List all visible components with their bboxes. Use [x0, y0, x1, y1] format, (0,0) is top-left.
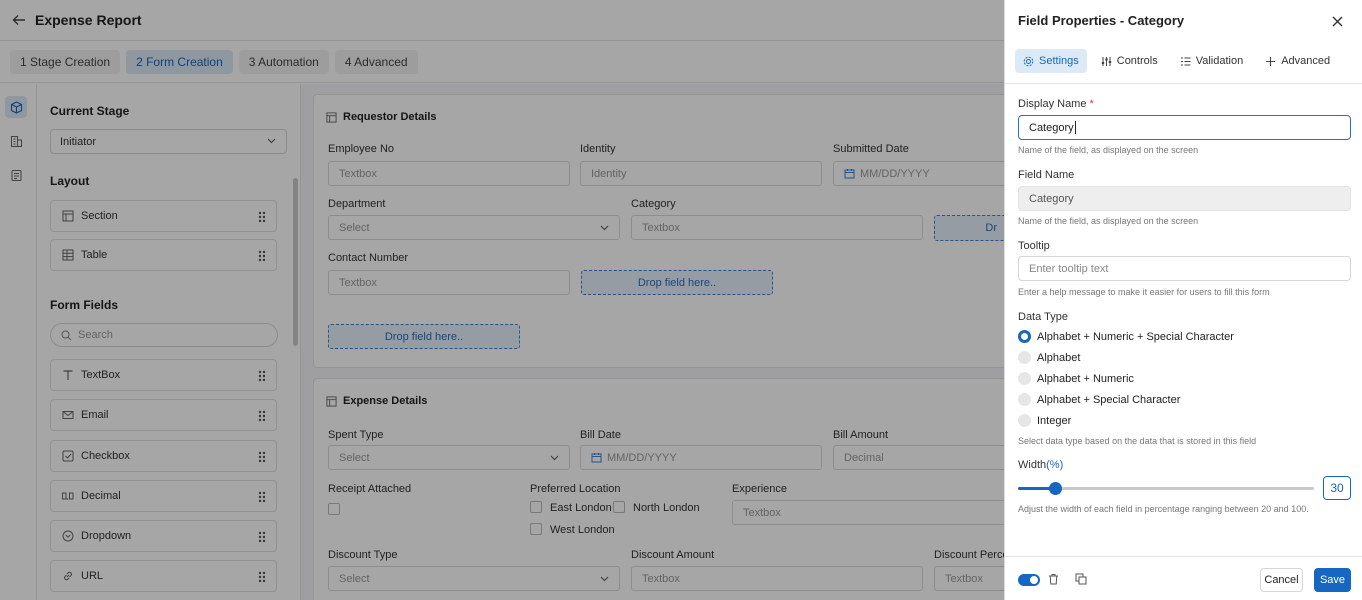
width-value-input[interactable]: 30 [1323, 476, 1351, 500]
radio-alpha-special[interactable] [1018, 393, 1031, 406]
tab-validation[interactable]: Validation [1172, 49, 1252, 73]
field-properties-drawer: Field Properties - Category Settings Con… [1004, 0, 1362, 600]
tooltip-input[interactable]: Enter tooltip text [1018, 256, 1351, 281]
width-slider-track[interactable] [1018, 487, 1314, 490]
display-name-input[interactable]: Category [1018, 115, 1351, 140]
divider [1005, 83, 1362, 84]
gear-icon [1023, 56, 1039, 67]
tab-label: Controls [1116, 55, 1158, 67]
tab-controls[interactable]: Controls [1093, 49, 1166, 73]
tab-label: Validation [1195, 55, 1244, 67]
modal-backdrop[interactable] [0, 0, 1004, 600]
field-enabled-toggle[interactable] [1018, 574, 1040, 586]
drawer-tabs: Settings Controls Validation Advanced [1015, 49, 1344, 73]
input-placeholder: Enter tooltip text [1029, 262, 1109, 275]
data-type-help: Select data type based on the data that … [1018, 436, 1257, 446]
width-unit: (%) [1046, 459, 1064, 471]
radio-alpha-numeric[interactable] [1018, 372, 1031, 385]
radio-label: Alphabet + Numeric + Special Character [1037, 331, 1234, 343]
width-label: Width(%) [1018, 459, 1063, 471]
tab-settings[interactable]: Settings [1015, 49, 1087, 73]
sliders-icon [1101, 56, 1117, 67]
radio-label: Alphabet + Special Character [1037, 394, 1181, 406]
display-name-help: Name of the field, as displayed on the s… [1018, 145, 1199, 155]
close-icon [1332, 16, 1343, 27]
delete-button[interactable] [1046, 572, 1060, 586]
duplicate-button[interactable] [1074, 572, 1088, 586]
cancel-button[interactable]: Cancel [1260, 568, 1303, 592]
save-button[interactable]: Save [1314, 568, 1351, 592]
width-slider-handle[interactable] [1049, 482, 1062, 495]
list-check-icon [1180, 56, 1196, 67]
input-value: Category [1029, 192, 1074, 205]
field-name-help: Name of the field, as displayed on the s… [1018, 216, 1199, 226]
field-name-input: Category [1018, 186, 1351, 211]
radio-label: Alphabet + Numeric [1037, 373, 1134, 385]
text-caret [1074, 121, 1076, 134]
tab-label: Advanced [1281, 55, 1331, 67]
toggle-knob [1030, 576, 1038, 584]
field-name-label: Field Name [1018, 169, 1075, 181]
trash-icon [1048, 573, 1059, 585]
tab-label: Settings [1039, 55, 1079, 67]
close-button[interactable] [1329, 13, 1345, 29]
label-text: Width [1018, 459, 1047, 471]
plus-icon [1265, 56, 1281, 67]
label-text: Display Name [1018, 98, 1087, 110]
radio-alphabet[interactable] [1018, 351, 1031, 364]
display-name-label: Display Name * [1018, 98, 1094, 110]
tooltip-label: Tooltip [1018, 240, 1050, 252]
tab-advanced[interactable]: Advanced [1257, 49, 1338, 73]
drawer-title: Field Properties - Category [1018, 13, 1185, 28]
radio-integer[interactable] [1018, 414, 1031, 427]
radio-label: Alphabet [1037, 352, 1081, 364]
data-type-label: Data Type [1018, 311, 1068, 323]
drawer-footer: Cancel Save [1005, 556, 1362, 600]
radio-alpha-numeric-special[interactable] [1018, 330, 1031, 343]
tooltip-help: Enter a help message to make it easier f… [1018, 287, 1270, 297]
input-value: Category [1029, 121, 1074, 134]
required-mark: * [1089, 98, 1094, 110]
width-help: Adjust the width of each field in percen… [1018, 504, 1309, 514]
radio-label: Integer [1037, 415, 1072, 427]
copy-icon [1075, 573, 1087, 585]
